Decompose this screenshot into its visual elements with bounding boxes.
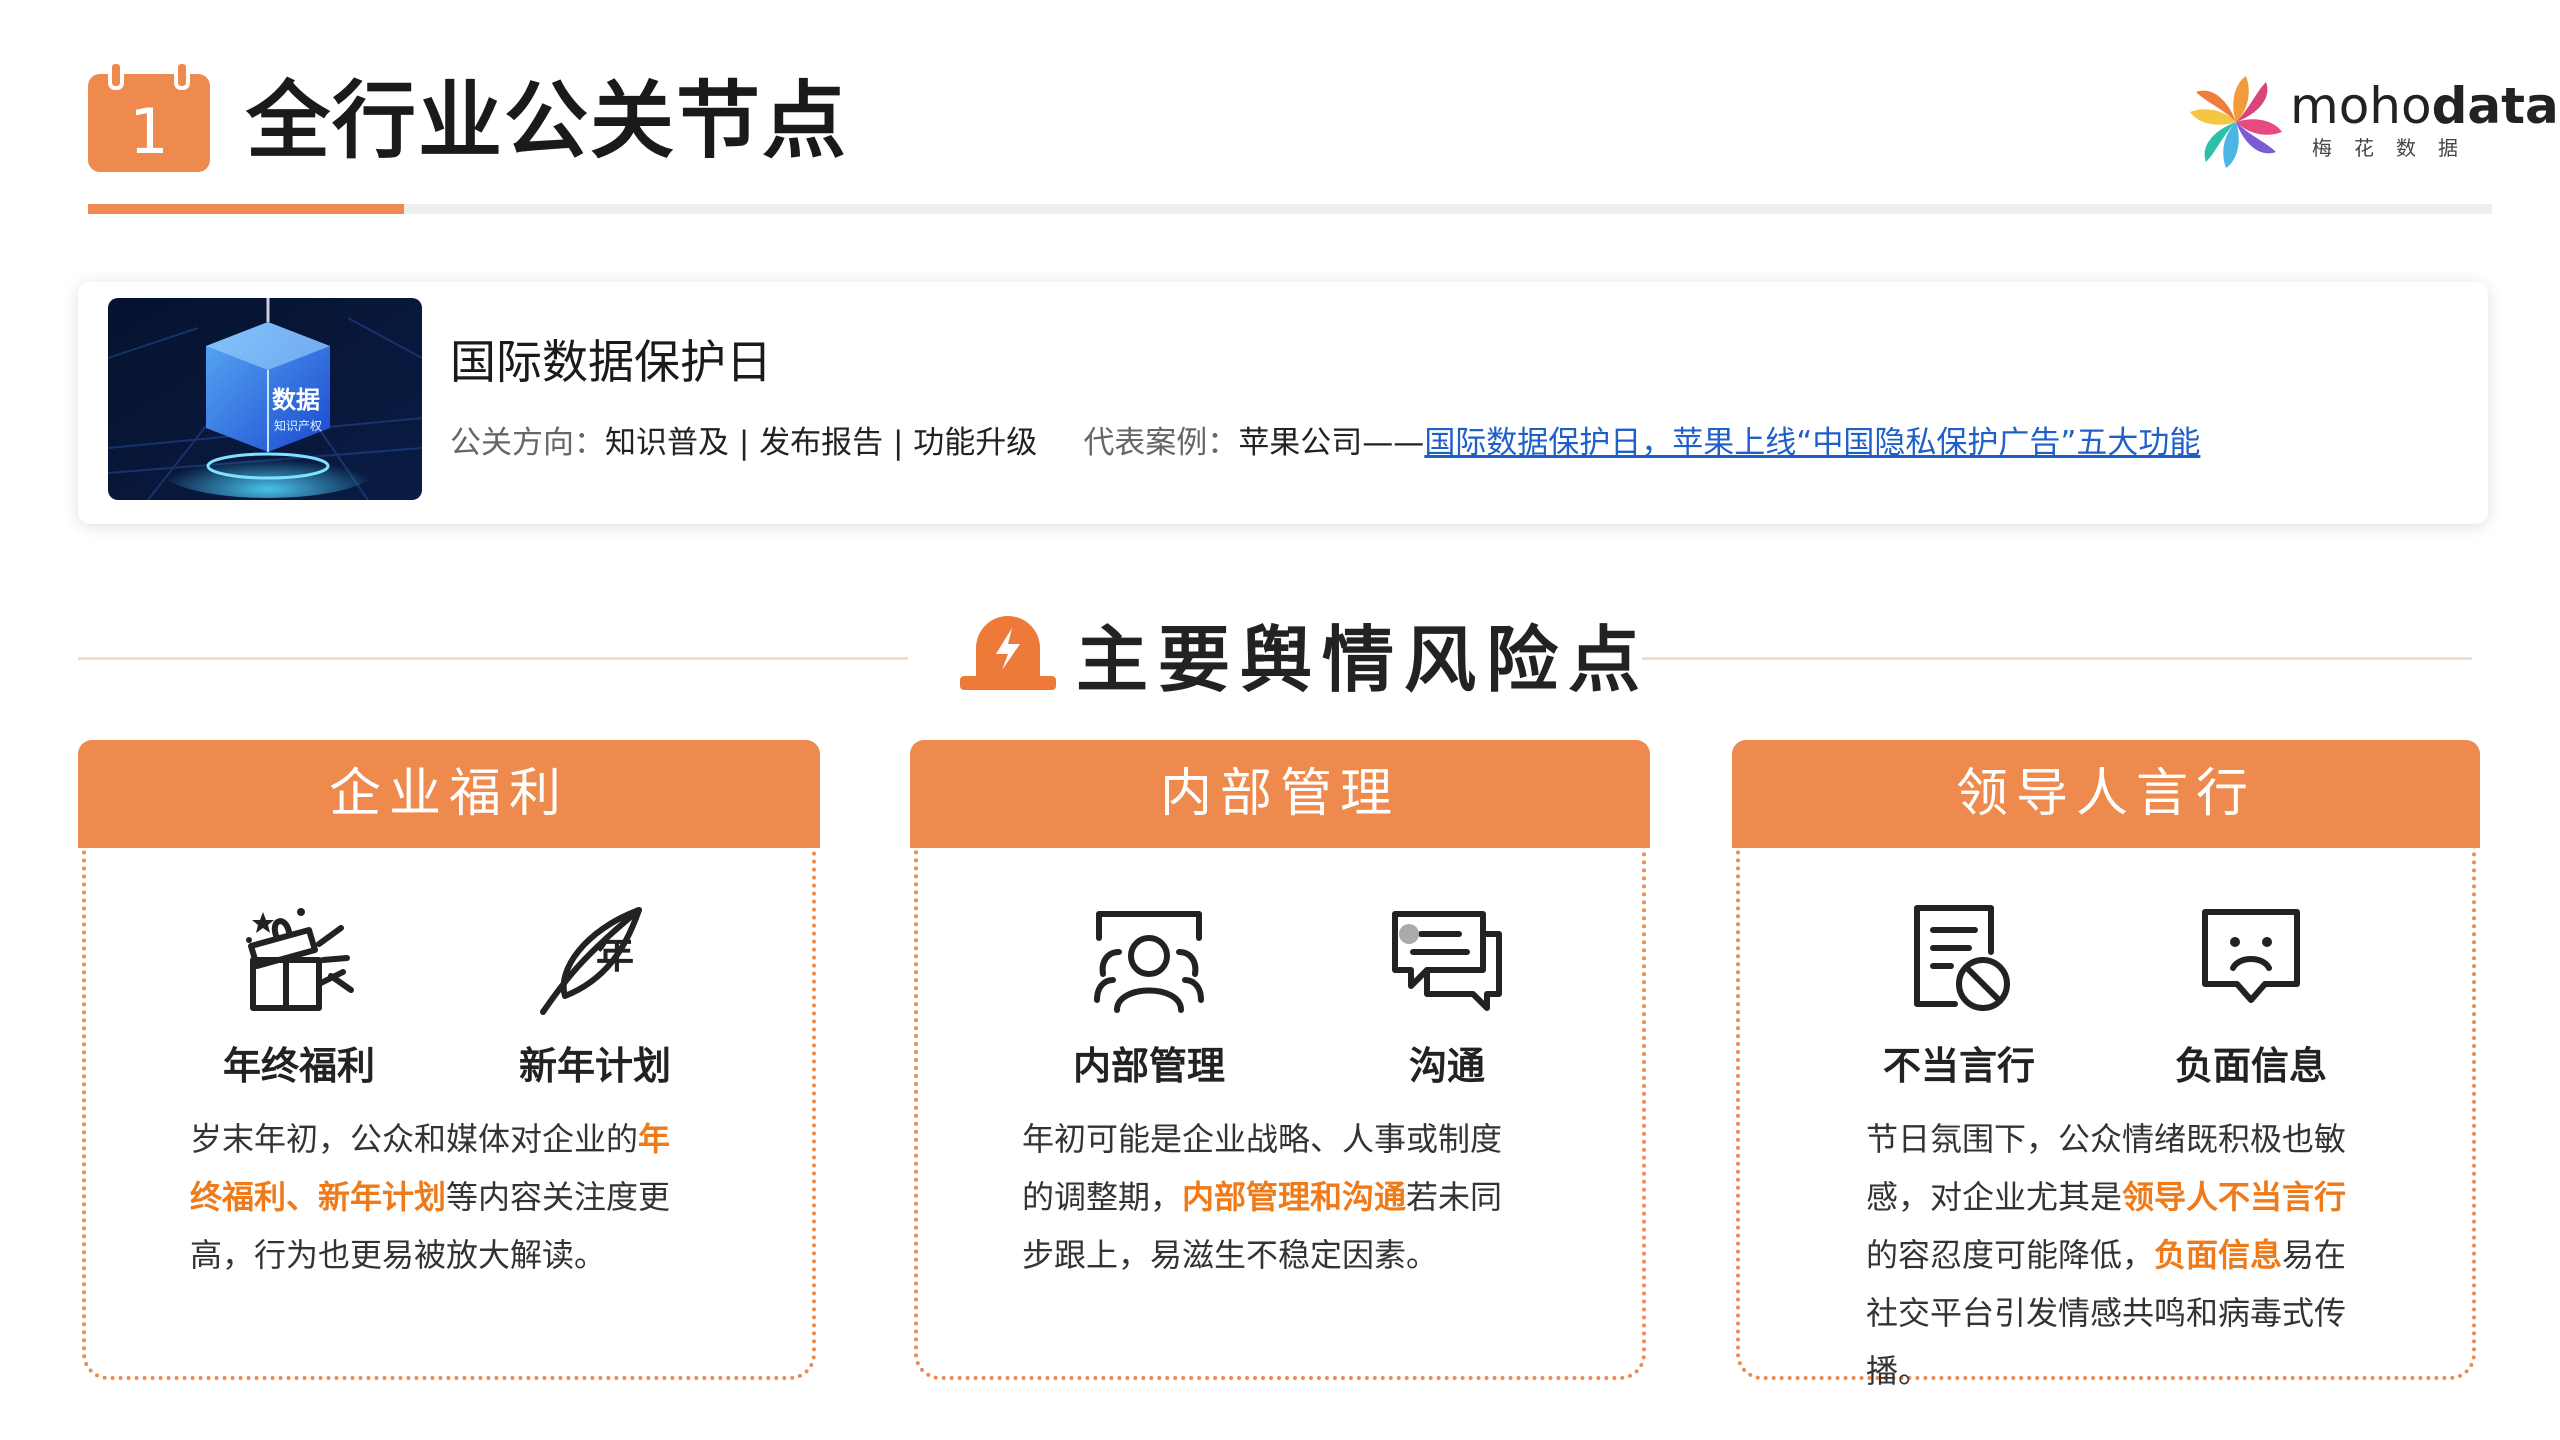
item-label: 沟通 (1408, 1044, 1485, 1088)
forbidden-document-icon (1914, 905, 2010, 1011)
item-year-end-bonus: 年终福利 (194, 900, 404, 1092)
brand-logo: mohodata 梅花数据 (2186, 72, 2559, 172)
panel-title: 领导人言行 (1732, 740, 2480, 848)
section-number: 1 (129, 95, 169, 168)
panel-leader-conduct: 领导人言行 不当言行 负面信息 节日氛围下，公众情绪既积极也敏感，对企业尤其是领… (1732, 740, 2480, 1390)
risk-divider-left (78, 657, 908, 660)
direction-label: 公关方向： (450, 425, 605, 461)
panel-border (82, 800, 816, 1380)
item-internal-management: 内部管理 (1044, 900, 1254, 1092)
case-company: 苹果公司—— (1238, 425, 1425, 461)
direction-value: 知识普及 | 发布报告 | 功能升级 (605, 425, 1038, 461)
panel-corporate-welfare: 企业福利 年终福利 年 新年计划 岁末年初，公众和媒体对企业的年终福利、新年计划… (78, 740, 820, 1380)
chat-bubbles-icon (1392, 911, 1502, 1011)
gift-box-icon (246, 908, 354, 1011)
item-improper-conduct: 不当言行 (1854, 900, 2064, 1092)
calendar-number-icon: 1 (88, 60, 210, 172)
risk-divider-right (1642, 657, 2472, 660)
panel-description: 岁末年初，公众和媒体对企业的年终福利、新年计划等内容关注度更高，行为也更易被放大… (190, 1120, 671, 1274)
event-meta: 公关方向：知识普及 | 发布报告 | 功能升级 代表案例：苹果公司——国际数据保护… (450, 420, 2200, 466)
item-label: 内部管理 (1072, 1044, 1225, 1088)
team-icon (1094, 911, 1204, 1013)
item-label: 负面信息 (2174, 1044, 2327, 1088)
item-negative-information: 负面信息 (2146, 900, 2356, 1092)
case-label: 代表案例： (1083, 425, 1239, 461)
case-link[interactable]: 国际数据保护日，苹果上线“中国隐私保护广告”五大功能 (1424, 425, 2200, 461)
image-caption-main: 数据 (272, 386, 320, 414)
event-card: 数据 知识产权 国际数据保护日 公关方向：知识普及 | 发布报告 | 功能升级 代… (78, 282, 2488, 524)
alarm-light-icon (956, 610, 1060, 692)
pinwheel-logo-icon (2190, 76, 2282, 168)
panel-title: 企业福利 (78, 740, 820, 848)
panel-description: 节日氛围下，公众情绪既积极也敏感，对企业尤其是领导人不当言行的容忍度可能降低，负… (1866, 1120, 2347, 1390)
feather-pen-icon: 年 (540, 907, 642, 1015)
image-caption-sub: 知识产权 (274, 419, 322, 433)
header-divider-accent (88, 204, 404, 214)
item-label: 新年计划 (518, 1044, 671, 1088)
sad-message-icon (2202, 909, 2300, 1003)
header-divider (88, 204, 2492, 214)
risk-section-title: 主要舆情风险点 (1076, 618, 1651, 702)
event-name: 国际数据保护日 (450, 335, 772, 389)
panel-title: 内部管理 (910, 740, 1650, 848)
item-label: 不当言行 (1882, 1044, 2035, 1088)
pen-glyph: 年 (596, 933, 634, 977)
logo-subtitle: 梅花数据 (2312, 136, 2480, 160)
logo-wordmark: mohodata (2290, 77, 2559, 135)
item-communication: 沟通 (1342, 900, 1552, 1092)
item-label: 年终福利 (222, 1044, 375, 1088)
panel-description: 年初可能是企业战略、人事或制度的调整期，内部管理和沟通若未同步跟上，易滋生不稳定… (1022, 1120, 1503, 1274)
panel-internal-management: 内部管理 内部管理 沟通 年初可能是企业战略、人事或制度的调整期，内部管理和沟通… (910, 740, 1650, 1380)
page-title: 全行业公关节点 (246, 72, 849, 170)
item-new-year-plan: 年 新年计划 (490, 900, 700, 1092)
data-cube-image: 数据 知识产权 (108, 298, 422, 500)
